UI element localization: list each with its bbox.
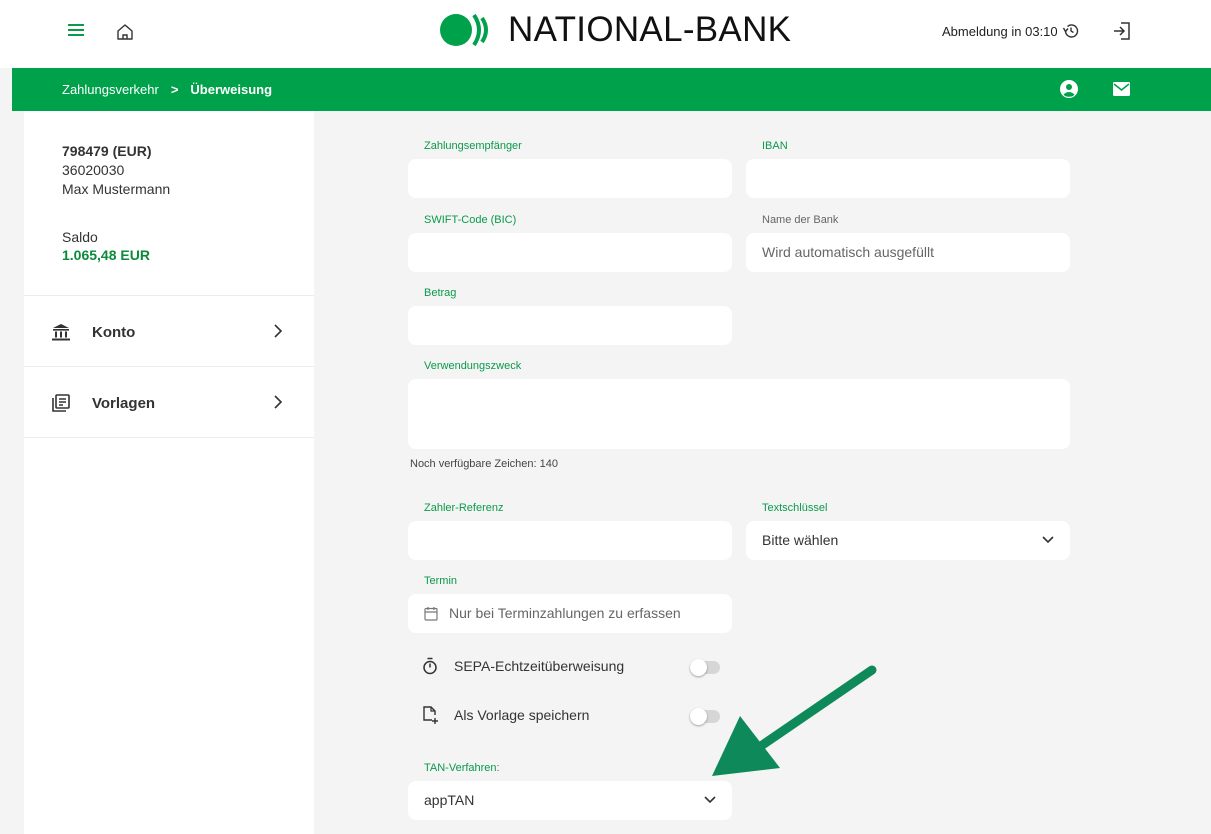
tan-select[interactable]: appTAN [408, 781, 732, 820]
purpose-textarea[interactable] [408, 379, 1070, 449]
breadcrumb-current: Überweisung [190, 82, 273, 97]
purpose-label: Verwendungszweck [424, 360, 522, 372]
text-key-select[interactable]: Bitte wählen [746, 521, 1070, 560]
recipient-label: Zahlungsempfänger [424, 140, 522, 152]
logout-timer-label: Abmeldung in 03:10 [942, 23, 1058, 39]
bank-name-label: Name der Bank [762, 214, 839, 226]
recipient-input[interactable] [408, 159, 732, 198]
amount-label: Betrag [424, 287, 457, 299]
tan-value: appTAN [424, 792, 475, 808]
annotation-arrow-icon [712, 665, 877, 776]
logo-mark-icon [440, 13, 488, 47]
breadcrumb-parent[interactable]: Zahlungsverkehr [62, 82, 159, 97]
calendar-icon [424, 607, 438, 621]
templates-icon [52, 394, 70, 412]
add-document-icon [423, 706, 438, 724]
saldo-value: 1.065,48 EUR [62, 247, 150, 263]
instant-transfer-row: SEPA-Echtzeitüberweisung [408, 655, 738, 679]
breadcrumb-bar: Zahlungsverkehr > Überweisung [12, 68, 1211, 111]
chevron-down-icon [1042, 536, 1054, 544]
bic-label: SWIFT-Code (BIC) [424, 214, 517, 226]
save-template-row: Als Vorlage speichern [408, 704, 738, 728]
breadcrumb-separator: > [170, 82, 179, 97]
sidebar-item-label: Vorlagen [92, 395, 156, 412]
mail-icon[interactable] [1113, 82, 1130, 96]
history-icon [1062, 24, 1078, 38]
chars-left-hint: Noch verfügbare Zeichen: 140 [410, 458, 558, 470]
sidebar-divider [24, 437, 314, 438]
bank-name-field: Wird automatisch ausgefüllt [746, 233, 1070, 272]
stopwatch-icon [423, 657, 437, 675]
user-icon[interactable] [1060, 80, 1078, 98]
date-input[interactable]: Nur bei Terminzahlungen zu erfassen [408, 594, 732, 633]
sidebar: 798479 (EUR) 36020030 Max Mustermann Sal… [24, 111, 314, 834]
sidebar-item-label: Konto [92, 324, 136, 341]
sidebar-item-vorlagen[interactable]: Vorlagen [24, 366, 314, 437]
date-label: Termin [424, 575, 458, 587]
payer-ref-label: Zahler-Referenz [424, 502, 504, 514]
payer-ref-input[interactable] [408, 521, 732, 560]
amount-input[interactable] [408, 306, 732, 345]
date-placeholder: Nur bei Terminzahlungen zu erfassen [449, 605, 681, 621]
bank-logo[interactable]: NATIONAL-BANK [438, 10, 791, 50]
account-info: 798479 (EUR) 36020030 Max Mustermann [62, 142, 170, 199]
instant-transfer-label: SEPA-Echtzeitüberweisung [454, 658, 625, 674]
logo-text: NATIONAL-BANK [508, 10, 792, 49]
bank-name-placeholder: Wird automatisch ausgefüllt [762, 244, 934, 260]
top-bar: NATIONAL-BANK Abmeldung in 03:10 [0, 0, 1211, 68]
iban-input[interactable] [746, 159, 1070, 198]
logout-icon[interactable] [1110, 19, 1134, 43]
menu-icon[interactable] [68, 24, 84, 38]
bic-input[interactable] [408, 233, 732, 272]
bank-icon [52, 324, 70, 341]
chevron-right-icon [274, 324, 283, 338]
home-icon[interactable] [114, 21, 136, 43]
saldo-label: Saldo [62, 229, 98, 245]
iban-label: IBAN [762, 140, 788, 152]
account-number: 798479 (EUR) [62, 143, 152, 159]
logout-timer[interactable]: Abmeldung in 03:10 [942, 22, 1080, 40]
text-key-value: Bitte wählen [762, 532, 839, 548]
tan-label: TAN-Verfahren: [424, 762, 500, 774]
text-key-label: Textschlüssel [762, 502, 828, 514]
sidebar-item-konto[interactable]: Konto [24, 295, 314, 366]
save-template-label: Als Vorlage speichern [454, 707, 590, 723]
chevron-down-icon [704, 796, 716, 804]
bank-code: 36020030 [62, 162, 125, 178]
chevron-right-icon [274, 395, 283, 409]
account-holder: Max Mustermann [62, 181, 171, 197]
breadcrumb: Zahlungsverkehr > Überweisung [62, 82, 272, 97]
